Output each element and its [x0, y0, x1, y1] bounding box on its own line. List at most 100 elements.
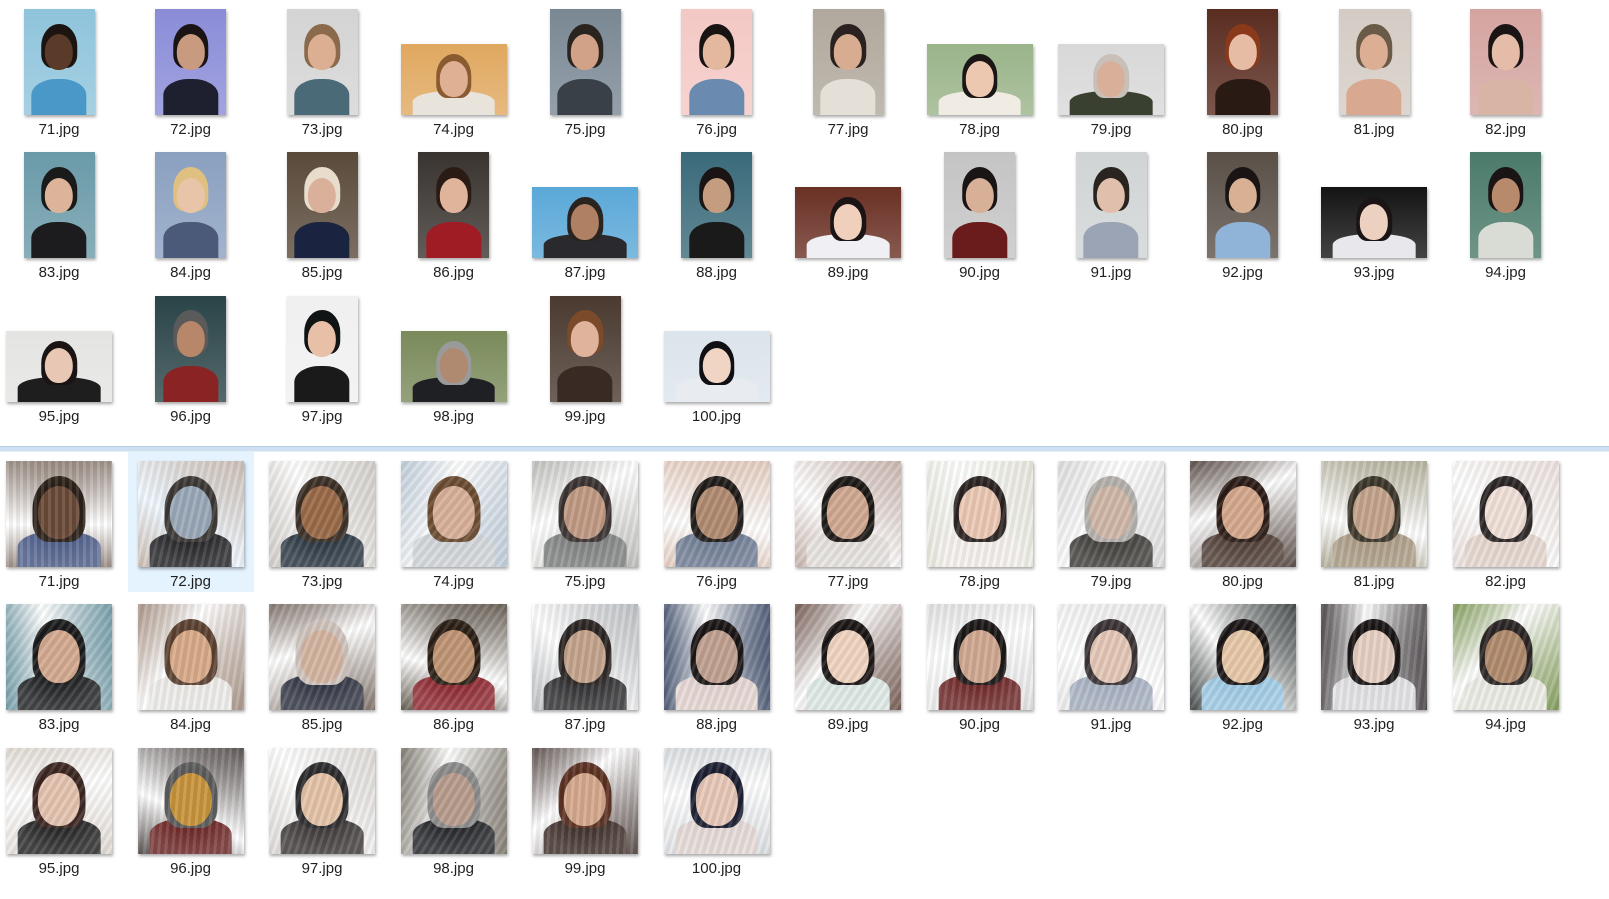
file-item[interactable]: 82.jpg [1443, 452, 1569, 592]
thumbnail-image [1452, 604, 1559, 711]
thumbnail-frame [1180, 456, 1306, 567]
file-item[interactable]: 93.jpg [1311, 143, 1437, 283]
thumbnail-image [1321, 461, 1427, 567]
file-item[interactable]: 78.jpg [917, 0, 1043, 140]
thumbnail-image [926, 44, 1033, 115]
thumbnail-frame [917, 456, 1043, 567]
file-item[interactable]: 87.jpg [522, 595, 648, 735]
file-item[interactable]: 95.jpg [0, 739, 122, 879]
thumbnail-frame [522, 291, 648, 402]
file-item[interactable]: 81.jpg [1311, 452, 1437, 592]
thumbnail-image [1189, 604, 1296, 711]
file-name-label: 82.jpg [1485, 121, 1526, 138]
thumbnail-image [926, 604, 1033, 711]
file-item[interactable]: 90.jpg [917, 143, 1043, 283]
file-item[interactable]: 76.jpg [654, 452, 780, 592]
file-item[interactable]: 88.jpg [654, 143, 780, 283]
file-item[interactable]: 81.jpg [1311, 0, 1437, 140]
file-item[interactable]: 85.jpg [259, 595, 385, 735]
file-item[interactable]: 85.jpg [259, 143, 385, 283]
file-name-label: 87.jpg [564, 264, 606, 282]
file-item[interactable]: 77.jpg [785, 0, 911, 140]
file-item[interactable]: 75.jpg [522, 452, 648, 592]
file-item[interactable]: 73.jpg [259, 452, 385, 592]
file-item[interactable]: 91.jpg [1048, 595, 1174, 735]
file-item[interactable]: 72.jpg [128, 0, 254, 140]
file-name-label: 93.jpg [1353, 716, 1395, 734]
file-name-label: 72.jpg [170, 121, 211, 138]
file-item[interactable]: 75.jpg [522, 0, 648, 140]
file-item[interactable]: 72.jpg [127, 452, 254, 592]
file-item[interactable]: 74.jpg [391, 0, 517, 140]
thumbnail-image [1058, 44, 1164, 115]
file-name-label: 97.jpg [301, 859, 343, 877]
file-name-label: 99.jpg [564, 859, 606, 877]
file-item[interactable]: 97.jpg [259, 739, 385, 879]
file-item[interactable]: 79.jpg [1048, 452, 1174, 592]
file-item[interactable]: 97.jpg [259, 287, 385, 427]
file-item[interactable]: 83.jpg [0, 143, 122, 283]
file-item[interactable]: 80.jpg [1180, 0, 1306, 140]
file-item[interactable]: 100.jpg [654, 287, 780, 427]
file-item[interactable]: 71.jpg [0, 0, 122, 140]
thumbnail-image [269, 461, 375, 567]
file-item[interactable]: 84.jpg [128, 595, 254, 735]
thumbnail-frame [0, 291, 122, 402]
file-item[interactable]: 95.jpg [0, 287, 122, 427]
file-item[interactable]: 83.jpg [0, 595, 122, 735]
file-name-label: 94.jpg [1485, 716, 1526, 734]
file-item[interactable]: 84.jpg [128, 143, 254, 283]
file-name-label: 71.jpg [38, 573, 80, 590]
thumbnail-frame [128, 291, 254, 402]
thumbnail-frame [128, 4, 254, 115]
file-item[interactable]: 77.jpg [785, 452, 911, 592]
file-item[interactable]: 98.jpg [391, 739, 517, 879]
thumbnail-frame [1048, 599, 1174, 711]
file-item[interactable]: 96.jpg [128, 287, 254, 427]
file-item[interactable]: 79.jpg [1048, 0, 1174, 140]
file-item[interactable]: 90.jpg [917, 595, 1043, 735]
file-item[interactable]: 78.jpg [917, 452, 1043, 592]
file-item[interactable]: 73.jpg [259, 0, 385, 140]
file-item[interactable]: 74.jpg [391, 452, 517, 592]
file-item[interactable]: 89.jpg [785, 595, 911, 735]
file-item[interactable]: 93.jpg [1311, 595, 1437, 735]
thumbnail-frame [1443, 4, 1569, 115]
thumbnail-frame [522, 456, 648, 567]
file-item[interactable]: 100.jpg [654, 739, 780, 879]
file-item[interactable]: 94.jpg [1443, 595, 1569, 735]
file-item[interactable]: 94.jpg [1443, 143, 1569, 283]
file-item[interactable]: 91.jpg [1048, 143, 1174, 283]
thumbnail-image [795, 187, 901, 259]
file-item[interactable]: 92.jpg [1180, 143, 1306, 283]
thumbnail-frame [917, 4, 1043, 115]
file-item[interactable]: 76.jpg [654, 0, 780, 140]
file-item[interactable]: 99.jpg [522, 739, 648, 879]
file-name-label: 94.jpg [1485, 264, 1526, 282]
file-name-label: 87.jpg [564, 716, 606, 734]
file-name-label: 92.jpg [1222, 716, 1263, 734]
file-item[interactable]: 92.jpg [1180, 595, 1306, 735]
file-name-label: 80.jpg [1222, 573, 1263, 590]
thumbnail-image [269, 604, 375, 711]
file-item[interactable]: 88.jpg [654, 595, 780, 735]
file-item[interactable]: 98.jpg [391, 287, 517, 427]
file-item[interactable]: 99.jpg [522, 287, 648, 427]
file-name-label: 93.jpg [1353, 264, 1395, 282]
thumbnail-frame [391, 4, 517, 115]
thumbnail-frame [1443, 599, 1569, 711]
file-item[interactable]: 86.jpg [391, 595, 517, 735]
file-item[interactable]: 89.jpg [785, 143, 911, 283]
file-item[interactable]: 71.jpg [0, 452, 122, 592]
file-item[interactable]: 86.jpg [391, 143, 517, 283]
file-item[interactable]: 87.jpg [522, 143, 648, 283]
file-item[interactable]: 80.jpg [1180, 452, 1306, 592]
thumbnail-image [1338, 9, 1410, 115]
file-name-label: 84.jpg [170, 716, 211, 734]
file-name-label: 81.jpg [1353, 573, 1395, 590]
file-item[interactable]: 82.jpg [1443, 0, 1569, 140]
file-name-label: 92.jpg [1222, 264, 1263, 282]
file-item[interactable]: 96.jpg [128, 739, 254, 879]
thumbnail-image [549, 9, 621, 115]
file-name-label: 79.jpg [1090, 573, 1132, 590]
